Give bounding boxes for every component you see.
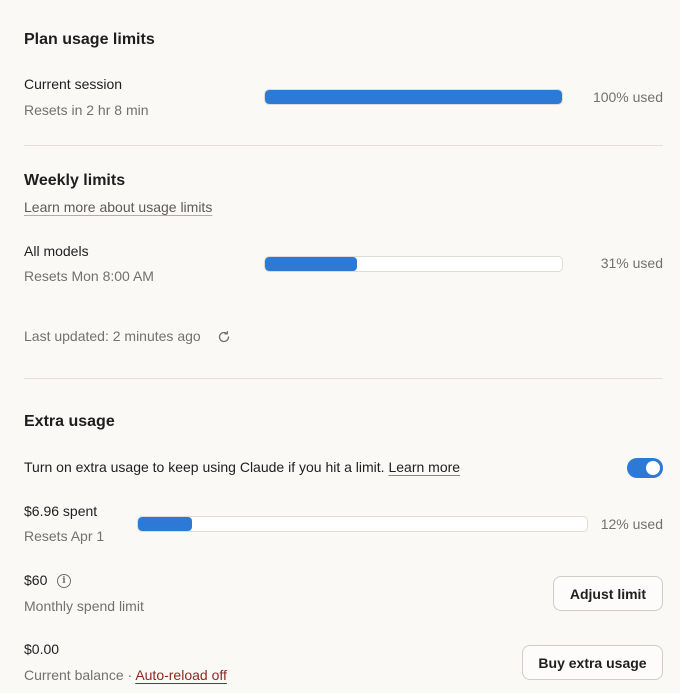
plan-usage-title: Plan usage limits — [24, 31, 155, 48]
extra-spent-progress-fill — [138, 517, 192, 531]
extra-spent-percent: 12% used — [600, 516, 663, 532]
refresh-icon[interactable] — [217, 330, 231, 344]
extra-usage-description-text: Turn on extra usage to keep using Claude… — [24, 459, 385, 475]
weekly-limits-title: Weekly limits — [24, 172, 126, 189]
extra-usage-title: Extra usage — [24, 413, 115, 430]
extra-usage-toggle[interactable] — [627, 458, 663, 478]
extra-usage-learn-more-link[interactable]: Learn more — [388, 459, 460, 475]
current-balance-label: Current balance — [24, 667, 124, 683]
divider — [24, 378, 663, 379]
all-models-reset: Resets Mon 8:00 AM — [24, 268, 154, 284]
extra-spent-reset: Resets Apr 1 — [24, 528, 105, 544]
current-session-percent: 100% used — [592, 89, 663, 105]
extra-spent-progress — [137, 516, 588, 532]
spend-limit-amount: $60 — [24, 572, 48, 588]
current-session-progress — [264, 89, 563, 105]
current-session-progress-fill — [265, 90, 562, 104]
all-models-label: All models — [24, 243, 89, 259]
all-models-progress-fill — [265, 257, 358, 271]
buy-extra-usage-button[interactable]: Buy extra usage — [522, 645, 663, 680]
divider — [24, 145, 663, 146]
current-balance-row: Current balance · Auto-reload off — [24, 667, 227, 683]
all-models-progress — [264, 256, 563, 272]
learn-more-usage-limits-link[interactable]: Learn more about usage limits — [24, 199, 212, 215]
last-updated-text: Last updated: 2 minutes ago — [24, 328, 201, 344]
extra-spent-label: $6.96 spent — [24, 503, 98, 519]
adjust-limit-button[interactable]: Adjust limit — [553, 576, 663, 611]
current-balance-amount: $0.00 — [24, 641, 60, 657]
toggle-knob — [646, 461, 660, 475]
separator-dot: · — [127, 667, 133, 683]
info-icon[interactable]: i — [57, 574, 71, 588]
current-session-label: Current session — [24, 76, 123, 92]
extra-usage-description: Turn on extra usage to keep using Claude… — [24, 459, 460, 475]
spend-limit-label: Monthly spend limit — [24, 598, 144, 614]
current-session-reset: Resets in 2 hr 8 min — [24, 102, 149, 118]
auto-reload-link[interactable]: Auto-reload off — [135, 667, 227, 683]
all-models-percent: 31% used — [600, 255, 663, 271]
